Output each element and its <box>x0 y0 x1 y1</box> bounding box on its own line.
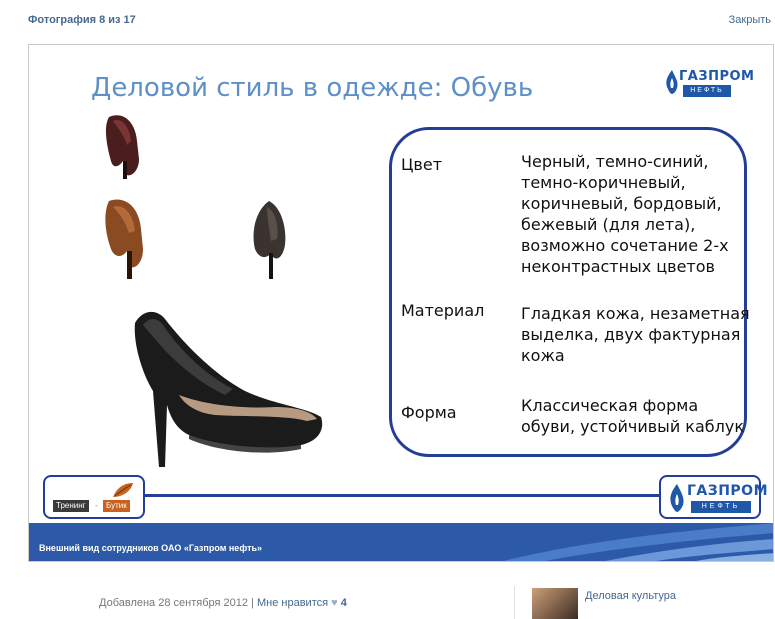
badge-separator: - <box>95 501 98 510</box>
heart-icon[interactable]: ♥ <box>331 597 338 609</box>
shoe-black-large-image <box>125 295 323 471</box>
leaf-icon <box>113 483 133 497</box>
photo-counter: Фотография 8 из 17 <box>28 14 136 26</box>
album-title-link[interactable]: Деловая культура <box>585 590 676 602</box>
black-pump-illustration <box>134 311 323 467</box>
slide-title: Деловой стиль в одежде: Обувь <box>91 73 534 103</box>
flame-icon <box>670 484 684 512</box>
gazprom-logo-top: ГАЗПРОМ НЕФТЬ <box>661 65 754 103</box>
footer-line <box>145 494 659 497</box>
row-label-material: Материал <box>401 301 485 320</box>
badge-training: Тренинг <box>53 500 89 512</box>
shoe-burgundy-image <box>105 115 139 179</box>
shoe-dark-image <box>253 201 286 279</box>
row-label-form: Форма <box>401 403 457 422</box>
album-divider <box>514 586 515 619</box>
row-value-form: Классическая форма обуви, устойчивый каб… <box>521 396 744 436</box>
row-label-color: Цвет <box>401 155 443 174</box>
meta-separator: | <box>251 597 254 609</box>
close-link[interactable]: Закрыть <box>729 14 771 26</box>
photo-meta: Добавлена 28 сентября 2012 | Мне нравитс… <box>99 597 347 609</box>
footer-caption: Внешний вид сотрудников ОАО «Газпром неф… <box>39 543 263 553</box>
badge-boutique: Бутик <box>103 500 130 512</box>
photo-frame[interactable]: Деловой стиль в одежде: Обувь ГАЗПРОМ НЕ… <box>28 44 774 562</box>
gazprom-logo-bottom: ГАЗПРОМ НЕФТЬ <box>659 475 768 519</box>
training-boutique-badge: Тренинг - Бутик <box>43 475 145 519</box>
like-count: 4 <box>340 597 347 609</box>
like-link[interactable]: Мне нравится <box>257 597 328 609</box>
row-value-color: Черный, темно-синий, темно-коричневый, к… <box>521 152 729 276</box>
added-date: Добавлена 28 сентября 2012 <box>99 597 248 609</box>
footer-band: Внешний вид сотрудников ОАО «Газпром неф… <box>29 523 773 561</box>
wave-decoration <box>503 523 773 561</box>
shoe-brown-image <box>105 199 143 279</box>
row-value-material: Гладкая кожа, незаметная выделка, двух ф… <box>521 304 750 365</box>
album-thumbnail[interactable] <box>532 588 578 619</box>
